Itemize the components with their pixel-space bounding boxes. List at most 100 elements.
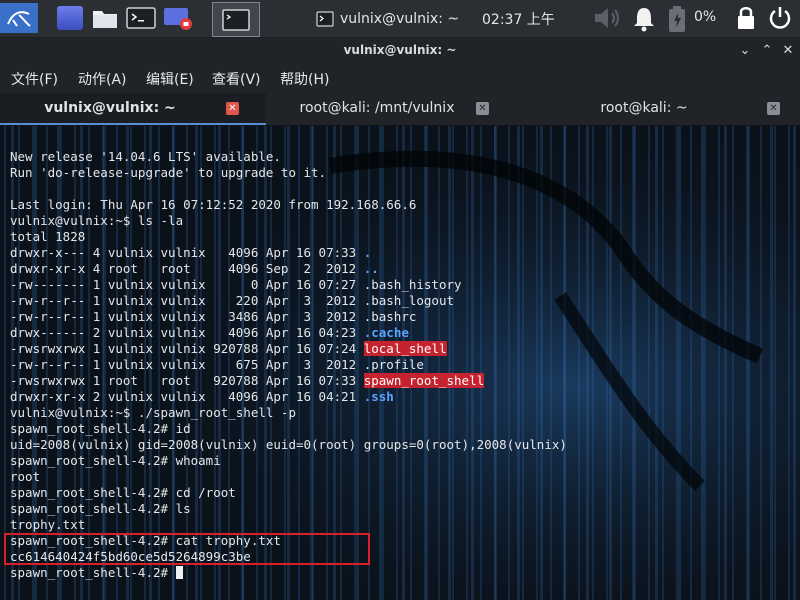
maximize-button[interactable]: ⌃ xyxy=(759,42,775,58)
directory-name: .cache xyxy=(363,325,409,340)
tab-root-kali[interactable]: root@kali: ~ ✕ xyxy=(534,93,800,125)
terminal-line: drwxr-x--- 4 vulnix vulnix 4096 Apr 16 0… xyxy=(10,245,567,261)
close-window-button[interactable]: ✕ xyxy=(780,42,796,58)
tab-label: vulnix@vulnix: ~ xyxy=(44,100,176,116)
kali-menu-icon xyxy=(7,11,31,27)
menu-help[interactable]: 帮助(H) xyxy=(280,69,329,89)
battery-button[interactable] xyxy=(667,5,687,37)
menu-edit[interactable]: 编辑(E) xyxy=(146,69,194,89)
power-button[interactable] xyxy=(767,5,793,35)
tab-root-mnt-vulnix[interactable]: root@kali: /mnt/vulnix ✕ xyxy=(267,93,533,125)
screen-recorder-icon xyxy=(164,8,192,30)
terminal-task-icon xyxy=(222,8,250,31)
notifications-button[interactable] xyxy=(630,5,658,37)
terminal-line-text: Run 'do-release-upgrade' to upgrade to i… xyxy=(10,165,327,180)
terminal-line-text: spawn_root_shell-4.2# id xyxy=(10,421,191,436)
terminal-line: -rw-r--r-- 1 vulnix vulnix 675 Apr 3 201… xyxy=(10,357,567,373)
terminal-output: New release '14.04.6 LTS' available. Run … xyxy=(10,149,567,581)
minimize-icon: ⌄ xyxy=(739,42,751,58)
terminal-line-text: drwxr-xr-x 4 root root 4096 Sep 2 2012 xyxy=(10,261,364,276)
minimize-button[interactable]: ⌄ xyxy=(737,42,753,58)
terminal-line-text: spawn_root_shell-4.2# cd /root xyxy=(10,485,236,500)
tab-close-icon[interactable]: ✕ xyxy=(226,102,239,115)
window-task-label: vulnix@vulnix: ~ xyxy=(340,10,460,27)
terminal-line-text: spawn_root_shell-4.2# whoami xyxy=(10,453,221,468)
suid-file-name: local_shell xyxy=(363,341,447,356)
speaker-icon xyxy=(595,8,619,28)
directory-name: . xyxy=(363,245,372,260)
window-task-button[interactable]: vulnix@vulnix: ~ xyxy=(310,2,476,35)
terminal-line-text: total 1828 xyxy=(10,229,86,244)
terminal-line-text: trophy.txt xyxy=(10,517,86,532)
window-title: vulnix@vulnix: ~ xyxy=(343,43,457,57)
menu-file[interactable]: 文件(F) xyxy=(11,69,58,89)
terminal-line: root xyxy=(10,469,567,485)
tab-label: root@kali: ~ xyxy=(600,100,688,116)
terminal-line: Run 'do-release-upgrade' to upgrade to i… xyxy=(10,165,567,181)
terminal-line-text: -rw------- 1 vulnix vulnix 0 Apr 16 07:2… xyxy=(10,277,462,292)
terminal-line-text: drwxr-xr-x 2 vulnix vulnix 4096 Apr 16 0… xyxy=(10,389,364,404)
terminal-launcher-button[interactable] xyxy=(125,3,157,33)
terminal-line-text: -rw-r--r-- 1 vulnix vulnix 220 Apr 3 201… xyxy=(10,293,455,308)
tab-close-icon[interactable]: ✕ xyxy=(767,102,780,115)
trophy-annotation-box xyxy=(4,533,370,565)
terminal-task-button[interactable] xyxy=(212,2,260,37)
battery-label: 0% xyxy=(694,9,717,25)
kali-menu-button[interactable] xyxy=(0,3,38,33)
terminal-line-text: -rwsrwxrwx 1 vulnix vulnix 920788 Apr 16… xyxy=(10,341,364,356)
file-manager-icon xyxy=(93,11,117,28)
terminal-line-text: drwx------ 2 vulnix vulnix 4096 Apr 16 0… xyxy=(10,325,364,340)
terminal-line-text: New release '14.04.6 LTS' available. xyxy=(10,149,281,164)
clock[interactable]: 02:37 上午 xyxy=(482,9,555,29)
terminal-line: -rw-r--r-- 1 vulnix vulnix 220 Apr 3 201… xyxy=(10,293,567,309)
file-manager-button[interactable] xyxy=(90,3,120,33)
terminal-line-text: -rw-r--r-- 1 vulnix vulnix 675 Apr 3 201… xyxy=(10,357,424,372)
terminal-line: drwx------ 2 vulnix vulnix 4096 Apr 16 0… xyxy=(10,325,567,341)
terminal-line-text: vulnix@vulnix:~$ ./spawn_root_shell -p xyxy=(10,405,296,420)
terminal-line: trophy.txt xyxy=(10,517,567,533)
terminal-line: spawn_root_shell-4.2# whoami xyxy=(10,453,567,469)
power-icon xyxy=(769,7,791,29)
menu-actions[interactable]: 动作(A) xyxy=(78,69,127,89)
screen-recorder-button[interactable] xyxy=(162,3,194,33)
terminal-icon xyxy=(126,7,156,29)
terminal-line: vulnix@vulnix:~$ ./spawn_root_shell -p xyxy=(10,405,567,421)
menu-view[interactable]: 查看(V) xyxy=(212,69,261,89)
terminal-line: vulnix@vulnix:~$ ls -la xyxy=(10,213,567,229)
terminal-area[interactable]: New release '14.04.6 LTS' available. Run … xyxy=(0,126,800,600)
maximize-icon: ⌃ xyxy=(761,42,773,58)
terminal-line: -rw-r--r-- 1 vulnix vulnix 3486 Apr 3 20… xyxy=(10,309,567,325)
terminal-line: total 1828 xyxy=(10,229,567,245)
tab-close-icon[interactable]: ✕ xyxy=(476,102,489,115)
volume-button[interactable] xyxy=(592,5,624,35)
battery-icon xyxy=(669,6,685,32)
workspace-button[interactable] xyxy=(55,3,85,33)
tab-bar: vulnix@vulnix: ~ ✕ root@kali: /mnt/vulni… xyxy=(0,93,800,126)
terminal-line-text: -rwsrwxrwx 1 root root 920788 Apr 16 07:… xyxy=(10,373,364,388)
tab-vulnix[interactable]: vulnix@vulnix: ~ ✕ xyxy=(0,93,266,125)
terminal-line: drwxr-xr-x 4 root root 4096 Sep 2 2012 .… xyxy=(10,261,567,277)
terminal-line: Last login: Thu Apr 16 07:12:52 2020 fro… xyxy=(10,197,567,213)
terminal-line-text: root xyxy=(10,469,41,484)
terminal-line-text: Last login: Thu Apr 16 07:12:52 2020 fro… xyxy=(10,197,417,212)
notification-bell-icon xyxy=(634,8,654,32)
terminal-line-text: drwxr-x--- 4 vulnix vulnix 4096 Apr 16 0… xyxy=(10,245,364,260)
terminal-line: -rwsrwxrwx 1 vulnix vulnix 920788 Apr 16… xyxy=(10,341,567,357)
terminal-line: spawn_root_shell-4.2# cd /root xyxy=(10,485,567,501)
suid-file-name: spawn_root_shell xyxy=(363,373,485,388)
terminal-line: uid=2008(vulnix) gid=2008(vulnix) euid=0… xyxy=(10,437,567,453)
terminal-line: -rw------- 1 vulnix vulnix 0 Apr 16 07:2… xyxy=(10,277,567,293)
directory-name: .. xyxy=(363,261,379,276)
terminal-line: spawn_root_shell-4.2# ls xyxy=(10,501,567,517)
terminal-line-text: uid=2008(vulnix) gid=2008(vulnix) euid=0… xyxy=(10,437,567,452)
window-titlebar[interactable]: vulnix@vulnix: ~ ⌄ ⌃ ✕ xyxy=(0,38,800,63)
terminal-line: drwxr-xr-x 2 vulnix vulnix 4096 Apr 16 0… xyxy=(10,389,567,405)
terminal-line-text: spawn_root_shell-4.2# xyxy=(10,565,176,580)
terminal-line: New release '14.04.6 LTS' available. xyxy=(10,149,567,165)
lock-screen-button[interactable] xyxy=(735,5,757,35)
terminal-line-text: -rw-r--r-- 1 vulnix vulnix 3486 Apr 3 20… xyxy=(10,309,417,324)
lock-icon xyxy=(738,7,754,29)
terminal-line: spawn_root_shell-4.2# xyxy=(10,565,567,581)
top-panel: vulnix@vulnix: ~ 02:37 上午 0% xyxy=(0,0,800,38)
